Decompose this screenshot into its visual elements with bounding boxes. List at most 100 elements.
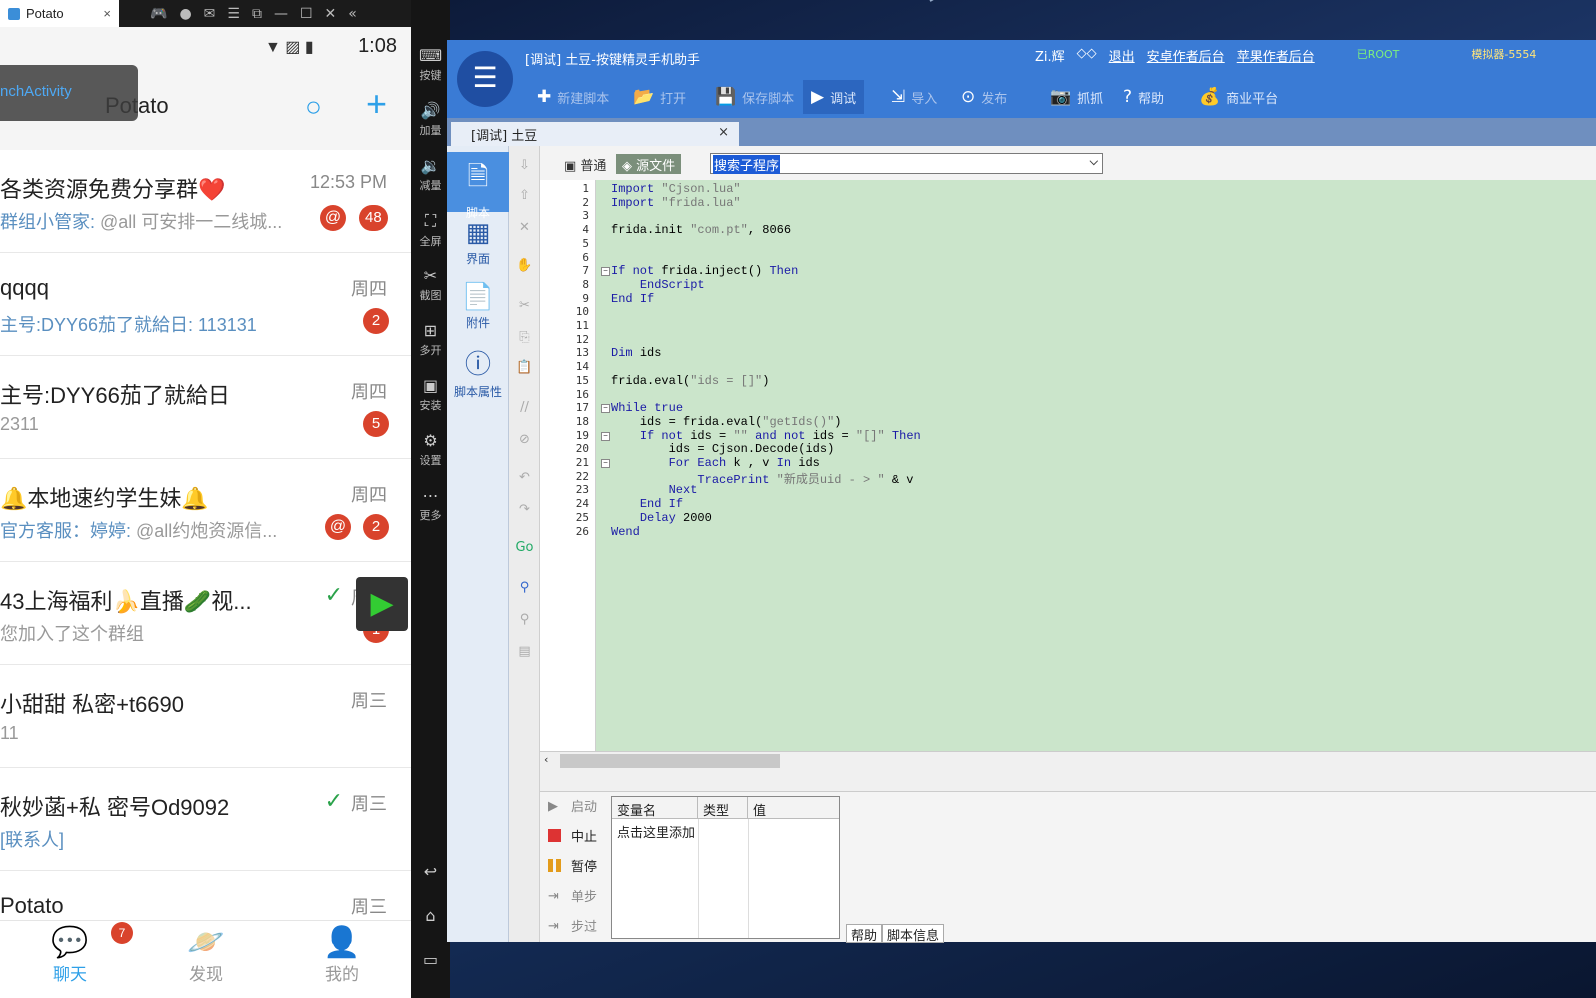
chat-item[interactable]: 秋妙菡+私 密号Od9092 ✓ 周三 [联系人] (0, 768, 411, 871)
mode-source[interactable]: ◈ 源文件 (616, 154, 682, 174)
nav-script[interactable]: 🗎 脚本 (447, 152, 509, 220)
sidebar-item-fullscreen[interactable]: ⛶ 全屏 (411, 211, 450, 249)
menu-icon[interactable]: ☰ (227, 6, 240, 22)
hand-icon[interactable]: ✋ (509, 258, 540, 273)
paste-icon[interactable]: 📋 (509, 360, 540, 375)
nav-interface[interactable]: ▦ 界面 (447, 218, 509, 267)
subroutine-search-combo[interactable]: 搜索子程序 ⌵ (710, 153, 1103, 174)
emulator-sidebar: ⌨ 按键 🔊 加量 🔉 减量 ⛶ 全屏 ✂ 截图 ⊞ 多开 ▣ 安装 ⚙ 设置 ⋯ 更多 ↩ ⌂ … (411, 0, 450, 998)
search-icon[interactable]: ○ (305, 91, 322, 123)
collapse-icon[interactable]: « (348, 6, 357, 22)
logout-link[interactable]: 退出 (1109, 46, 1135, 65)
copy-icon[interactable]: ⎘ (509, 330, 540, 345)
emulator-select[interactable]: 模拟器-5554 (1471, 46, 1536, 65)
code-line: Wend (611, 524, 640, 539)
keyboard-icon: ⌨ (418, 46, 443, 65)
emulator-tab[interactable]: Potato × (0, 0, 119, 27)
redo-icon[interactable]: ↷ (509, 502, 540, 517)
mail-icon[interactable]: ✉ (204, 6, 216, 22)
home-icon[interactable]: ⌂ (411, 906, 450, 927)
minimize-icon[interactable]: — (274, 6, 288, 22)
start-button[interactable]: ▶ 启动 (548, 796, 597, 815)
play-icon[interactable]: ▶ (356, 577, 408, 631)
sidebar-item-screenshot[interactable]: ✂ 截图 (411, 266, 450, 303)
uncomment-icon[interactable]: ⊘ (509, 432, 540, 447)
chat-item[interactable]: 🔔本地速约学生妹🔔 周四 官方客服：婷婷: @all约炮资源信... @ 2 (0, 459, 411, 562)
mode-normal[interactable]: ▣ 普通 (558, 154, 612, 174)
tab-script-info[interactable]: 脚本信息 (882, 924, 945, 944)
sidebar-item-keys[interactable]: ⌨ 按键 (411, 46, 450, 83)
import-button[interactable]: ⇲ 导入 (891, 80, 937, 114)
recents-icon[interactable]: ▭ (411, 950, 450, 971)
diamond-icon: ◇◇ (1076, 46, 1097, 61)
sidebar-item-install[interactable]: ▣ 安装 (411, 376, 450, 413)
format-icon[interactable]: ▤ (509, 644, 540, 659)
tab-help[interactable]: 帮助 (846, 924, 883, 944)
comment-icon[interactable]: // (509, 400, 540, 415)
close-tab-icon[interactable]: × (718, 125, 729, 140)
activity-toast: nchActivity (0, 65, 138, 121)
move-up-icon[interactable]: ⇧ (509, 188, 540, 203)
help-button[interactable]: ? 帮助 (1123, 80, 1164, 114)
save-script-button[interactable]: 💾 保存脚本 (715, 80, 794, 114)
cut-icon[interactable]: ✂ (509, 298, 540, 313)
fold-toggle-icon[interactable]: − (601, 404, 610, 414)
maximize-icon[interactable]: ☐ (300, 6, 313, 22)
line-number: 22 (575, 469, 589, 483)
move-down-icon[interactable]: ⇩ (509, 158, 540, 173)
undo-icon[interactable]: ↶ (509, 470, 540, 485)
column-divider (748, 819, 749, 938)
menu-list-icon[interactable]: ☰ (457, 51, 513, 107)
sidebar-item-more[interactable]: ⋯ 更多 (411, 486, 450, 523)
delete-icon[interactable]: ✕ (509, 220, 540, 235)
restore-icon[interactable]: ⧉ (252, 6, 262, 22)
tab-chats[interactable]: 💬 聊天 7 (30, 922, 133, 985)
sidebar-label: 设置 (419, 454, 442, 467)
fold-toggle-icon[interactable]: − (601, 431, 610, 441)
tab-discover[interactable]: 🪐 发现 (166, 925, 246, 985)
sidebar-item-settings[interactable]: ⚙ 设置 (411, 431, 450, 468)
scroll-thumb[interactable] (560, 754, 780, 768)
sidebar-item-volume-down[interactable]: 🔉 减量 (411, 156, 450, 193)
new-script-button[interactable]: ✚ 新建脚本 (537, 80, 609, 114)
chat-item[interactable]: 43上海福利🍌直播🥒视... ✓ 周四 您加入了这个群组 1 (0, 562, 411, 665)
chat-name: 小甜甜 私密+t6690 (0, 692, 185, 717)
replace-icon[interactable]: ⚲ (509, 612, 540, 627)
step-over-button[interactable]: ⇥ 步过 (548, 916, 597, 935)
goto-icon[interactable]: Go (509, 540, 540, 555)
chat-item[interactable]: 各类资源免费分享群❤️ 12:53 PM 群组小管家: @all 可安排一二线城… (0, 150, 411, 253)
fold-toggle-icon[interactable]: − (601, 267, 610, 277)
chat-item[interactable]: qqqq 周四 主号:DYY66茄了就給日: 113131 2 (0, 253, 411, 356)
scroll-left-icon[interactable]: ‹ (544, 753, 548, 766)
close-icon[interactable]: × (103, 6, 111, 21)
code-editor[interactable]: Import "Cjson.lua" Import "frida.lua" frid… (596, 180, 1596, 751)
fold-toggle-icon[interactable]: − (601, 459, 610, 468)
chat-item[interactable]: 主号:DYY66茄了就給日 周四 2311 5 (0, 356, 411, 459)
publish-button[interactable]: ⊙ 发布 (961, 80, 1007, 114)
chat-item[interactable]: 小甜甜 私密+t6690 周三 11 (0, 665, 411, 768)
business-platform-button[interactable]: 💰 商业平台 (1199, 80, 1278, 114)
chat-sender: 官方客服：婷婷: (0, 521, 132, 541)
apple-admin-link[interactable]: 苹果作者后台 (1237, 46, 1315, 65)
add-variable-cell[interactable]: 点击这里添加 (617, 822, 695, 841)
back-icon[interactable]: ↩ (411, 862, 450, 883)
horizontal-scrollbar[interactable]: ‹ (540, 751, 1596, 769)
open-button[interactable]: 📂 打开 (633, 80, 686, 114)
nav-attachments[interactable]: 📄 附件 (447, 282, 509, 331)
step-button[interactable]: ⇥ 单步 (548, 886, 597, 905)
pause-button[interactable]: 暂停 (548, 856, 597, 875)
add-icon[interactable]: + (366, 83, 387, 125)
sidebar-item-volume-up[interactable]: 🔊 加量 (411, 101, 450, 138)
android-admin-link[interactable]: 安卓作者后台 (1147, 46, 1225, 65)
nav-script-properties[interactable]: ⓘ 脚本属性 (447, 344, 509, 400)
account-icon[interactable]: ● (179, 6, 191, 22)
find-icon[interactable]: ⚲ (509, 580, 540, 595)
gamepad-icon[interactable]: 🎮 (150, 6, 167, 22)
document-tab[interactable]: [调试] 土豆 × (451, 122, 739, 146)
sidebar-item-multi[interactable]: ⊞ 多开 (411, 321, 450, 358)
debug-button[interactable]: ▶ 调试 (803, 80, 865, 114)
capture-button[interactable]: 📷 抓抓 (1050, 80, 1103, 114)
stop-button[interactable]: 中止 (548, 826, 597, 845)
tab-me[interactable]: 👤 我的 (302, 925, 382, 985)
close-window-icon[interactable]: ✕ (325, 6, 337, 22)
